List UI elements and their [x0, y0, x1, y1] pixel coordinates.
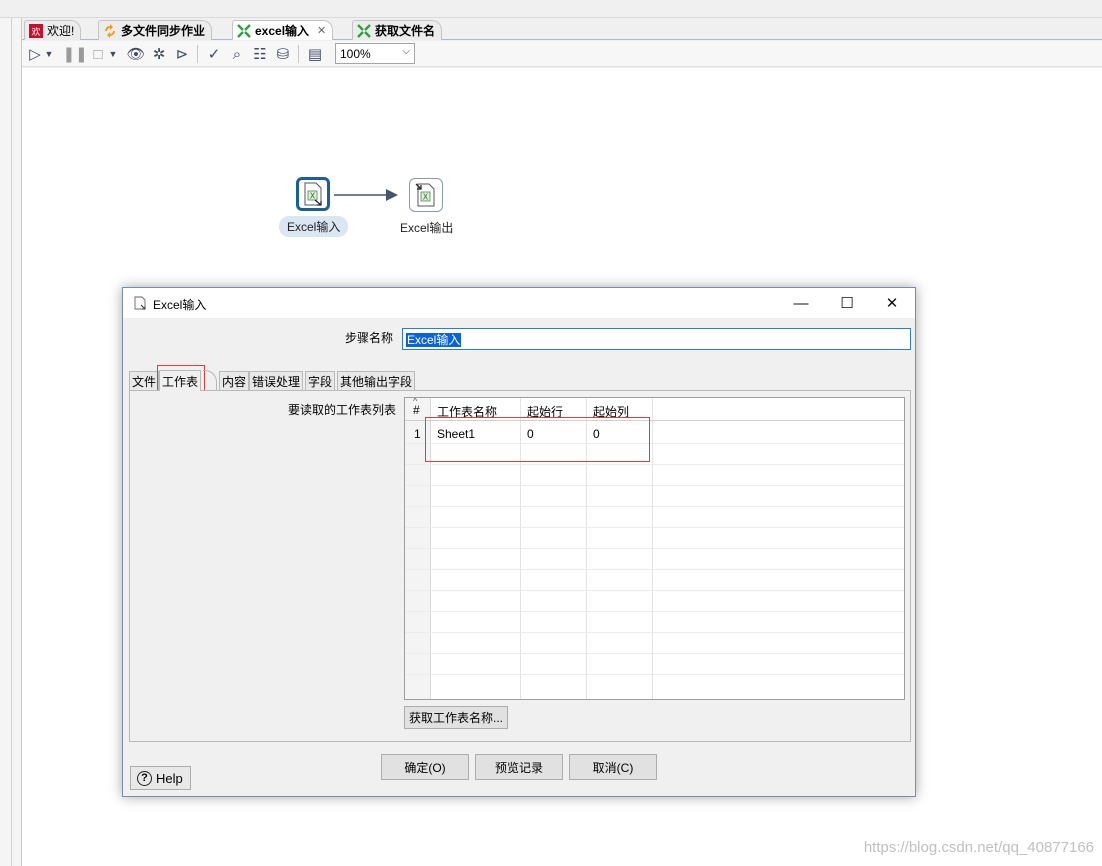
dialog-titlebar[interactable]: Excel输入 — ☐ ✕ [123, 288, 915, 318]
excel-input-icon [133, 296, 147, 310]
step-name-input[interactable]: Excel输入 [402, 328, 911, 350]
minimize-button[interactable]: — [791, 293, 811, 313]
preview-rows-button[interactable]: 预览记录 [475, 754, 563, 780]
svg-text:X: X [310, 192, 316, 201]
step-label: Excel输出 [400, 221, 454, 235]
tab-multi-file-job[interactable]: 多文件同步作业 [98, 20, 213, 40]
step-name-label: 步骤名称 [345, 331, 394, 345]
show-results-icon[interactable]: ▤ [306, 45, 324, 63]
sql-icon[interactable]: ☷ [251, 45, 269, 63]
transformation-icon [357, 23, 371, 38]
excel-input-icon: X [304, 182, 322, 206]
analyze-icon[interactable]: ⌕ [228, 45, 246, 63]
close-button[interactable]: ✕ [882, 293, 902, 313]
dialog-title: Excel输入 [153, 298, 207, 312]
debug-icon[interactable]: ✲ [150, 45, 168, 63]
highlight-box [425, 417, 650, 462]
tab-sheets[interactable]: 工作表 [159, 370, 202, 391]
step-excel-output[interactable]: X [409, 178, 443, 212]
column-header[interactable]: # [413, 403, 420, 417]
stop-dropdown-icon[interactable]: ▼ [108, 45, 118, 63]
chevron-down-icon: ⌵ [402, 46, 410, 57]
ok-button[interactable]: 确定(O) [381, 754, 469, 780]
replay-icon[interactable]: ⊳ [173, 45, 191, 63]
tab-excel-input[interactable]: excel输入 ✕ [232, 20, 334, 40]
excel-output-icon: X [415, 183, 435, 207]
step-label: Excel输入 [279, 216, 349, 237]
tab-file[interactable]: 文件 [129, 371, 160, 391]
hop-arrow[interactable] [22, 68, 1102, 268]
tab-additional-output-fields[interactable]: 其他输出字段 [337, 371, 416, 391]
close-tab-icon[interactable]: ✕ [317, 24, 326, 37]
get-sheet-names-button[interactable]: 获取工作表名称... [404, 706, 508, 729]
explore-db-icon[interactable]: ⛁ [274, 45, 292, 63]
transformation-icon [237, 23, 251, 38]
zoom-select[interactable]: 100% ⌵ [335, 43, 415, 64]
svg-text:X: X [423, 193, 429, 202]
job-icon [103, 23, 117, 38]
preview-icon[interactable]: 👁 [126, 45, 145, 63]
tab-get-file-names[interactable]: 获取文件名 [352, 20, 443, 40]
verify-icon[interactable]: ✓ [205, 45, 223, 63]
tab-content[interactable]: 内容 [219, 371, 250, 391]
transformation-toolbar: ▷ ▼ ❚❚ □ ▼ 👁 ✲ ⊳ ✓ ⌕ ☷ ⛁ ▤ 100% ⌵ [22, 41, 1102, 67]
help-icon: ? [137, 770, 152, 786]
editor-tab-bar: 欢 欢迎! 多文件同步作业 excel输入 ✕ 获取文件名 [22, 18, 1102, 40]
stop-icon[interactable]: □ [89, 45, 107, 63]
tab-fields[interactable]: 字段 [305, 371, 336, 391]
tab-welcome[interactable]: 欢 欢迎! [24, 20, 82, 40]
run-dropdown-icon[interactable]: ▼ [44, 45, 54, 63]
pause-icon[interactable]: ❚❚ [62, 45, 87, 63]
run-icon[interactable]: ▷ [26, 45, 44, 63]
step-excel-input[interactable]: X [296, 177, 330, 211]
window-top-strip [0, 0, 1102, 18]
row-number: 1 [414, 427, 421, 441]
excel-input-dialog: Excel输入 — ☐ ✕ 步骤名称 Excel输入 文件 工作表 内容 错误处… [122, 287, 916, 797]
svg-text:欢: 欢 [31, 26, 40, 38]
help-button[interactable]: ? Help [130, 766, 191, 790]
watermark: https://blog.csdn.net/qq_40877166 [863, 839, 1094, 856]
sheet-list-label: 要读取的工作表列表 [288, 403, 397, 417]
maximize-button[interactable]: ☐ [837, 293, 857, 313]
spoon-logo-icon: 欢 [29, 23, 43, 38]
cancel-button[interactable]: 取消(C) [569, 754, 657, 780]
left-panel [0, 18, 22, 866]
tab-error-handling[interactable]: 错误处理 [249, 371, 304, 391]
